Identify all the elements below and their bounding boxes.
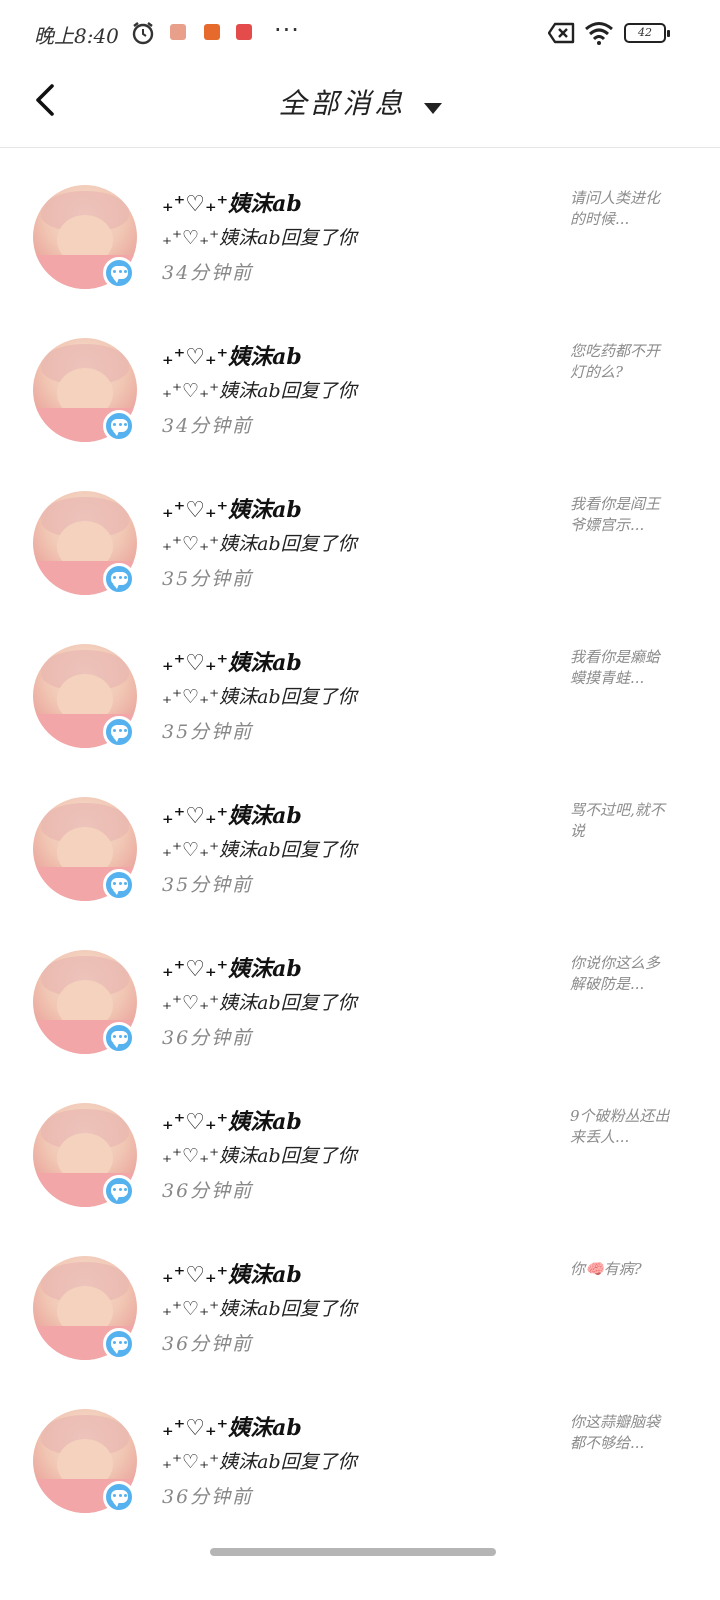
page-title: 全部消息 (278, 87, 407, 120)
message-filter-dropdown[interactable]: 全部消息 (0, 82, 720, 122)
status-bar: 晚上8:40 ··· 42 (0, 0, 720, 70)
message-time: 36分钟前 (162, 1180, 254, 1202)
more-notifications-icon: ··· (274, 16, 300, 44)
message-time: 34分钟前 (162, 415, 254, 437)
message-list: ₊⁺♡₊⁺姨沫ab ₊⁺♡₊⁺姨沫ab回复了你 34分钟前 请问人类进化的时候.… (0, 150, 720, 1527)
message-time: 35分钟前 (162, 874, 254, 896)
message-preview[interactable]: 我看你是阎王爷嫖宫示... (570, 494, 670, 536)
sender-name[interactable]: ₊⁺♡₊⁺姨沫ab (162, 1410, 302, 1442)
message-preview[interactable]: 我看你是癞蛤蟆摸青蛙... (570, 647, 670, 689)
message-item[interactable]: ₊⁺♡₊⁺姨沫ab ₊⁺♡₊⁺姨沫ab回复了你 36分钟前 你这蒜瓣脑袋都不够给… (0, 1374, 720, 1527)
home-indicator[interactable] (210, 1548, 496, 1556)
comment-badge-icon (103, 257, 135, 289)
top-bar: 全部消息 (0, 70, 720, 148)
sender-name[interactable]: ₊⁺♡₊⁺姨沫ab (162, 951, 302, 983)
message-time: 36分钟前 (162, 1333, 254, 1355)
message-item[interactable]: ₊⁺♡₊⁺姨沫ab ₊⁺♡₊⁺姨沫ab回复了你 36分钟前 你🧠有病? (0, 1221, 720, 1374)
comment-badge-icon (103, 869, 135, 901)
message-item[interactable]: ₊⁺♡₊⁺姨沫ab ₊⁺♡₊⁺姨沫ab回复了你 34分钟前 您吃药都不开灯的么? (0, 303, 720, 456)
message-item[interactable]: ₊⁺♡₊⁺姨沫ab ₊⁺♡₊⁺姨沫ab回复了你 36分钟前 你说你这么多解破防是… (0, 915, 720, 1068)
wifi-icon (585, 22, 613, 45)
sender-name[interactable]: ₊⁺♡₊⁺姨沫ab (162, 1257, 302, 1289)
comment-badge-icon (103, 1175, 135, 1207)
message-action: ₊⁺♡₊⁺姨沫ab回复了你 (162, 380, 357, 402)
message-action: ₊⁺♡₊⁺姨沫ab回复了你 (162, 533, 357, 555)
sender-name[interactable]: ₊⁺♡₊⁺姨沫ab (162, 798, 302, 830)
comment-badge-icon (103, 716, 135, 748)
app-notification-icon (236, 24, 252, 40)
message-preview[interactable]: 你这蒜瓣脑袋都不够给... (570, 1412, 670, 1454)
message-item[interactable]: ₊⁺♡₊⁺姨沫ab ₊⁺♡₊⁺姨沫ab回复了你 35分钟前 我看你是癞蛤蟆摸青蛙… (0, 609, 720, 762)
sender-name[interactable]: ₊⁺♡₊⁺姨沫ab (162, 1104, 302, 1136)
battery-level: 42 (638, 26, 652, 39)
message-item[interactable]: ₊⁺♡₊⁺姨沫ab ₊⁺♡₊⁺姨沫ab回复了你 35分钟前 骂不过吧,就不说 (0, 762, 720, 915)
message-action: ₊⁺♡₊⁺姨沫ab回复了你 (162, 839, 357, 861)
no-sim-icon (548, 22, 575, 44)
sender-name[interactable]: ₊⁺♡₊⁺姨沫ab (162, 339, 302, 371)
message-time: 36分钟前 (162, 1486, 254, 1508)
comment-badge-icon (103, 563, 135, 595)
battery-icon: 42 (624, 23, 670, 43)
comment-badge-icon (103, 1328, 135, 1360)
message-action: ₊⁺♡₊⁺姨沫ab回复了你 (162, 1145, 357, 1167)
status-time: 晚上8:40 (34, 24, 119, 48)
message-preview[interactable]: 骂不过吧,就不说 (570, 800, 670, 842)
message-action: ₊⁺♡₊⁺姨沫ab回复了你 (162, 992, 357, 1014)
message-preview[interactable]: 您吃药都不开灯的么? (570, 341, 670, 383)
sender-name[interactable]: ₊⁺♡₊⁺姨沫ab (162, 186, 302, 218)
message-time: 36分钟前 (162, 1027, 254, 1049)
message-time: 34分钟前 (162, 262, 254, 284)
sender-name[interactable]: ₊⁺♡₊⁺姨沫ab (162, 645, 302, 677)
message-action: ₊⁺♡₊⁺姨沫ab回复了你 (162, 1451, 357, 1473)
message-time: 35分钟前 (162, 721, 254, 743)
message-preview[interactable]: 你说你这么多解破防是... (570, 953, 670, 995)
comment-badge-icon (103, 410, 135, 442)
message-time: 35分钟前 (162, 568, 254, 590)
message-preview[interactable]: 9个破粉丛还出来丢人... (570, 1106, 670, 1148)
message-item[interactable]: ₊⁺♡₊⁺姨沫ab ₊⁺♡₊⁺姨沫ab回复了你 35分钟前 我看你是阎王爷嫖宫示… (0, 456, 720, 609)
comment-badge-icon (103, 1022, 135, 1054)
app-notification-icon (170, 24, 186, 40)
alarm-icon (132, 22, 154, 45)
message-action: ₊⁺♡₊⁺姨沫ab回复了你 (162, 686, 357, 708)
message-preview[interactable]: 请问人类进化的时候... (570, 188, 670, 230)
message-action: ₊⁺♡₊⁺姨沫ab回复了你 (162, 1298, 357, 1320)
app-notification-icon (204, 24, 220, 40)
sender-name[interactable]: ₊⁺♡₊⁺姨沫ab (162, 492, 302, 524)
message-preview[interactable]: 你🧠有病? (570, 1259, 670, 1280)
message-action: ₊⁺♡₊⁺姨沫ab回复了你 (162, 227, 357, 249)
comment-badge-icon (103, 1481, 135, 1513)
message-item[interactable]: ₊⁺♡₊⁺姨沫ab ₊⁺♡₊⁺姨沫ab回复了你 36分钟前 9个破粉丛还出来丢人… (0, 1068, 720, 1221)
chevron-down-icon (423, 103, 442, 114)
message-item[interactable]: ₊⁺♡₊⁺姨沫ab ₊⁺♡₊⁺姨沫ab回复了你 34分钟前 请问人类进化的时候.… (0, 150, 720, 303)
